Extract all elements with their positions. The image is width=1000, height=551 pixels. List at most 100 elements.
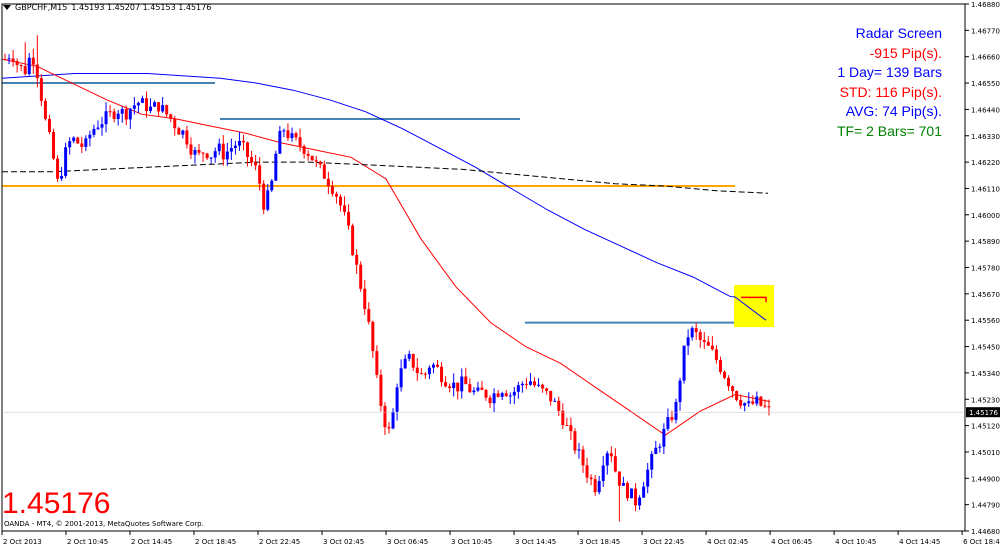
- candle-body: [23, 66, 27, 75]
- dropdown-triangle-icon[interactable]: [3, 5, 11, 10]
- big-price-display: 1.45176: [2, 487, 111, 520]
- candle-body: [557, 400, 561, 411]
- candle-body: [561, 410, 565, 425]
- candle-body: [593, 479, 597, 493]
- candle-body: [310, 155, 314, 161]
- candle-body: [56, 158, 60, 179]
- candle-body: [161, 105, 165, 112]
- x-tick-label: 3 Oct 14:45: [515, 538, 556, 546]
- candle-body: [185, 130, 189, 145]
- candle-body: [488, 397, 492, 404]
- radar-avg: AVG: 74 Pip(s).: [845, 103, 942, 119]
- radar-screen-panel: Radar Screen -915 Pip(s). 1 Day= 139 Bar…: [837, 24, 942, 141]
- candle-body: [448, 386, 452, 389]
- y-tick-label: 1.46770: [971, 27, 1000, 35]
- candle-body: [508, 395, 512, 397]
- candle-body: [492, 393, 496, 404]
- candle-body: [11, 58, 15, 62]
- x-tick-label: 6 Oct 18:45: [963, 538, 1000, 546]
- y-tick-label: 1.46550: [971, 80, 1000, 88]
- candle-body: [662, 428, 666, 447]
- candle-body: [64, 147, 68, 176]
- candle-body: [76, 137, 80, 144]
- candle-body: [674, 401, 678, 420]
- x-tick-label: 2 Oct 14:45: [131, 538, 172, 546]
- candle-body: [169, 114, 173, 119]
- y-tick-label: 1.46330: [971, 133, 1000, 141]
- y-tick-label: 1.45010: [971, 449, 1000, 457]
- candle-body: [605, 453, 609, 466]
- candle-body: [132, 105, 136, 109]
- y-tick-label: 1.45780: [971, 265, 1000, 273]
- x-tick-label: 4 Oct 06:45: [771, 538, 812, 546]
- candle-body: [541, 384, 545, 389]
- candle-body: [140, 98, 144, 103]
- candle-body: [751, 401, 755, 404]
- y-tick-label: 1.45560: [971, 317, 1000, 325]
- candle-body: [597, 480, 601, 493]
- candle-body: [209, 157, 213, 159]
- candle-body: [383, 405, 387, 428]
- candle-body: [237, 140, 241, 146]
- candle-body: [654, 447, 658, 454]
- candle-body: [278, 130, 282, 154]
- candle-body: [601, 465, 605, 481]
- candle-body: [290, 133, 294, 139]
- candle-body: [625, 483, 629, 499]
- candle-body: [112, 111, 116, 119]
- candle-body: [537, 384, 541, 386]
- y-tick-label: 1.46110: [971, 185, 1000, 193]
- candle-body: [274, 153, 278, 181]
- candle-body: [233, 145, 237, 148]
- candle-body: [727, 377, 731, 387]
- candle-body: [468, 384, 472, 393]
- candle-body: [52, 131, 56, 159]
- candle-body: [153, 102, 157, 107]
- candle-body: [116, 113, 120, 119]
- candle-body: [43, 100, 47, 119]
- candle-body: [31, 57, 35, 65]
- candle-body: [718, 360, 722, 372]
- candle-body: [47, 118, 51, 132]
- candle-body: [411, 354, 415, 368]
- y-tick-label: 1.45120: [971, 423, 1000, 431]
- candle-body: [743, 403, 747, 406]
- symbol-header[interactable]: GBPCHF,M15 1.45193 1.45207 1.45153 1.451…: [3, 3, 211, 12]
- candle-body: [120, 109, 124, 114]
- candle-body: [15, 61, 19, 66]
- candle-body: [395, 387, 399, 412]
- x-tick-label: 2 Oct 22:45: [259, 538, 300, 546]
- candle-body: [621, 483, 625, 486]
- candle-body: [496, 393, 500, 397]
- radar-bars: 1 Day= 139 Bars: [837, 64, 942, 80]
- candle-body: [250, 157, 254, 163]
- candle-body: [330, 185, 334, 194]
- y-tick-label: 1.45340: [971, 370, 1000, 378]
- candle-body: [533, 381, 537, 386]
- candle-body: [100, 124, 104, 128]
- candle-body: [739, 400, 743, 406]
- candle-body: [318, 161, 322, 165]
- candle-body: [581, 449, 585, 466]
- candle-body: [545, 388, 549, 391]
- candle-body: [177, 128, 181, 135]
- candle-body: [136, 102, 140, 106]
- y-tick-label: 1.44790: [971, 502, 1000, 510]
- ma_long-line: [2, 161, 769, 194]
- candle-body: [642, 486, 646, 498]
- x-tick-label: 2 Oct 2013: [3, 538, 42, 546]
- y-tick-label: 1.46440: [971, 106, 1000, 114]
- y-tick-label: 1.44900: [971, 475, 1000, 483]
- radar-pips: -915 Pip(s).: [869, 44, 942, 61]
- candle-body: [484, 389, 488, 398]
- copyright-text: OANDA - MT4, © 2001-2013, MetaQuotes Sof…: [4, 520, 204, 528]
- candle-body: [108, 111, 112, 113]
- candle-body: [88, 134, 92, 139]
- candle-body: [403, 358, 407, 369]
- candle-body: [173, 118, 177, 129]
- candle-body: [165, 105, 169, 115]
- candle-body: [444, 382, 448, 387]
- candle-body: [646, 469, 650, 487]
- candle-body: [452, 382, 456, 389]
- candle-body: [512, 391, 516, 396]
